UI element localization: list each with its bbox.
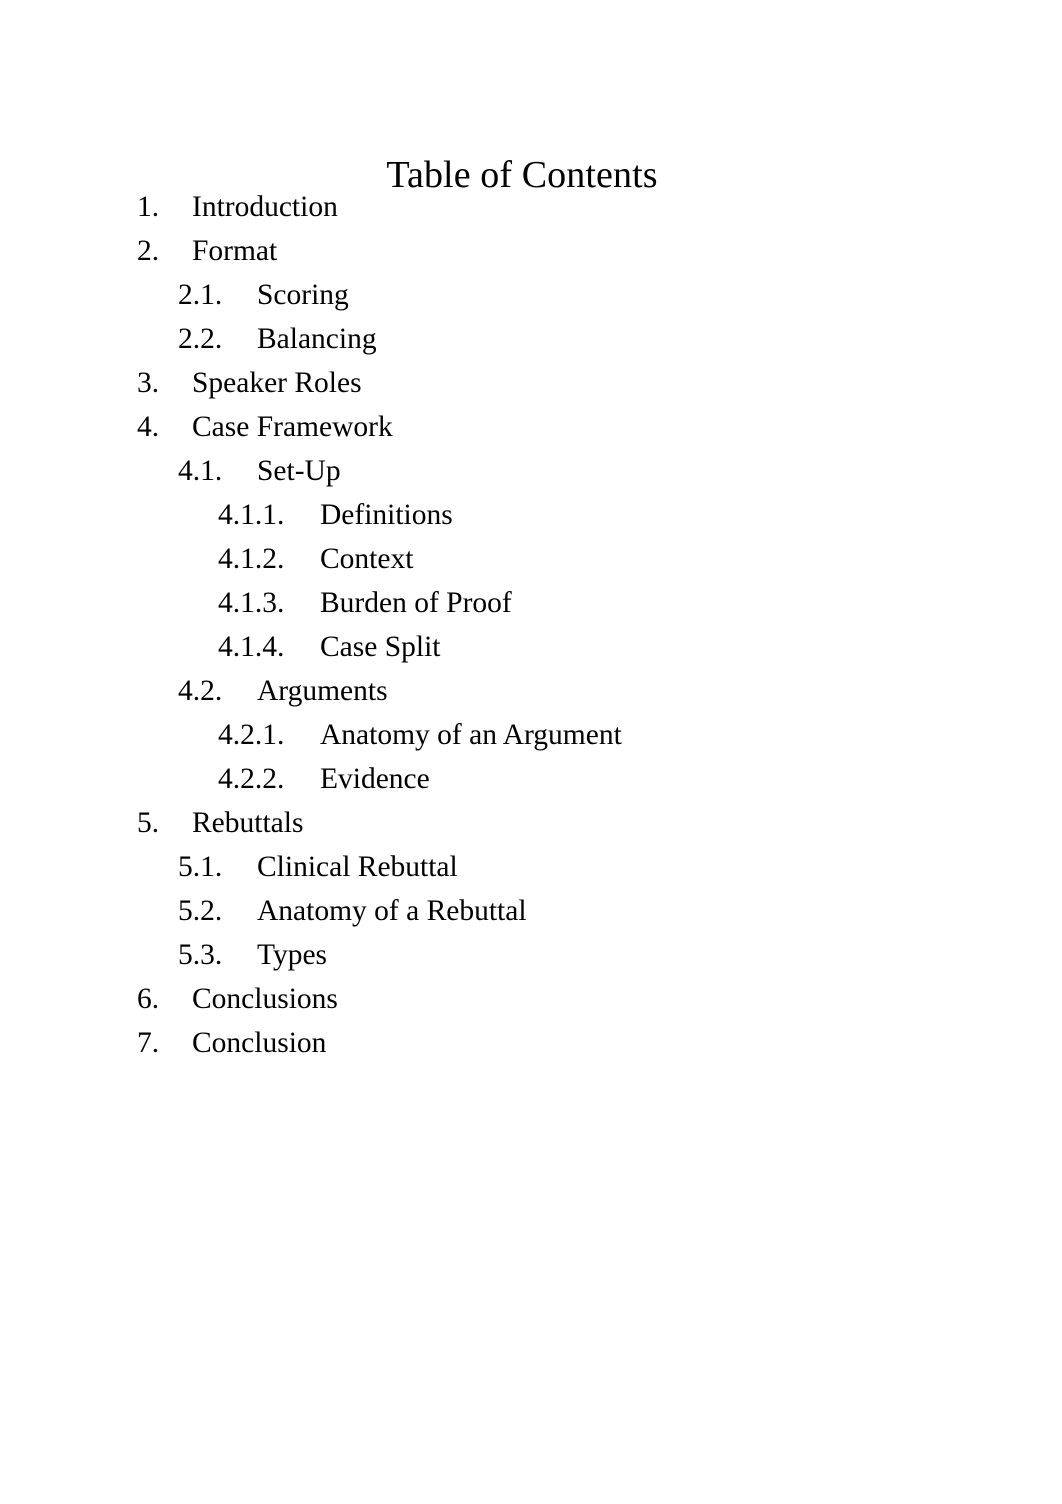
toc-entry-label: Set-Up: [257, 455, 341, 487]
document-page: Table of Contents 1. Introduction 2. Format…: [0, 0, 1062, 1504]
toc-entry-number: 5.1.: [178, 851, 223, 883]
toc-entry[interactable]: 3. Speaker Roles: [0, 361, 1062, 405]
toc-entry-number: 5.2.: [178, 895, 223, 927]
toc-entry-label: Case Framework: [192, 411, 393, 443]
toc-entry-label: Types: [257, 939, 328, 971]
toc-entry-number: 4.2.2.: [218, 763, 285, 795]
toc-entry-number: 5.: [137, 807, 160, 839]
toc-entry[interactable]: 4.1.3. Burden of Proof: [0, 581, 1062, 625]
toc-entry[interactable]: 5.3. Types: [0, 933, 1062, 977]
toc-entry-label: Conclusions: [192, 983, 338, 1015]
toc-entry-number: 5.3.: [178, 939, 223, 971]
toc-entry[interactable]: 1. Introduction: [0, 185, 1062, 229]
toc-entry[interactable]: 4.1.1. Definitions: [0, 493, 1062, 537]
toc-entry-label: Clinical Rebuttal: [257, 851, 458, 883]
toc-entry-label: Speaker Roles: [192, 367, 362, 399]
toc-entry[interactable]: 5. Rebuttals: [0, 801, 1062, 845]
toc-entry[interactable]: 4.1.4. Case Split: [0, 625, 1062, 669]
table-of-contents-list: 1. Introduction 2. Format 2.1. Scoring 2.2. Bal…: [0, 185, 1062, 1065]
toc-entry-label: Anatomy of an Argument: [320, 719, 622, 751]
toc-entry-number: 6.: [137, 983, 160, 1015]
toc-entry-number: 7.: [137, 1027, 160, 1059]
toc-entry[interactable]: 4.2. Arguments: [0, 669, 1062, 713]
toc-entry-label: Case Split: [320, 631, 441, 663]
toc-entry-label: Conclusion: [192, 1027, 327, 1059]
toc-entry-number: 1.: [137, 191, 160, 223]
toc-entry-label: Burden of Proof: [320, 587, 512, 619]
toc-entry-number: 2.2.: [178, 323, 223, 355]
toc-entry[interactable]: 2. Format: [0, 229, 1062, 273]
toc-entry-number: 2.: [137, 235, 160, 267]
toc-entry-label: Definitions: [320, 499, 453, 531]
toc-entry-label: Evidence: [320, 763, 430, 795]
toc-entry[interactable]: 7. Conclusion: [0, 1021, 1062, 1065]
toc-entry[interactable]: 4.2.2. Evidence: [0, 757, 1062, 801]
toc-entry-number: 4.2.1.: [218, 719, 285, 751]
toc-entry[interactable]: 2.2. Balancing: [0, 317, 1062, 361]
toc-entry[interactable]: 4. Case Framework: [0, 405, 1062, 449]
toc-entry[interactable]: 5.2. Anatomy of a Rebuttal: [0, 889, 1062, 933]
toc-entry[interactable]: 4.1.2. Context: [0, 537, 1062, 581]
toc-entry-number: 4.2.: [178, 675, 223, 707]
toc-entry-number: 3.: [137, 367, 160, 399]
toc-entry-number: 4.1.2.: [218, 543, 285, 575]
toc-entry[interactable]: 4.2.1. Anatomy of an Argument: [0, 713, 1062, 757]
toc-entry[interactable]: 2.1. Scoring: [0, 273, 1062, 317]
toc-entry-label: Balancing: [257, 323, 377, 355]
toc-entry-number: 2.1.: [178, 279, 223, 311]
toc-entry[interactable]: 6. Conclusions: [0, 977, 1062, 1021]
toc-entry-label: Format: [192, 235, 278, 267]
toc-entry[interactable]: 5.1. Clinical Rebuttal: [0, 845, 1062, 889]
toc-entry-number: 4.1.1.: [218, 499, 285, 531]
toc-entry-label: Arguments: [257, 675, 388, 707]
toc-entry-number: 4.1.: [178, 455, 223, 487]
toc-entry-number: 4.1.4.: [218, 631, 285, 663]
toc-entry-label: Scoring: [257, 279, 349, 311]
toc-entry[interactable]: 4.1. Set-Up: [0, 449, 1062, 493]
toc-entry-number: 4.1.3.: [218, 587, 285, 619]
toc-entry-label: Introduction: [192, 191, 338, 223]
toc-entry-label: Anatomy of a Rebuttal: [257, 895, 527, 927]
toc-entry-label: Rebuttals: [192, 807, 304, 839]
toc-entry-number: 4.: [137, 411, 160, 443]
toc-entry-label: Context: [320, 543, 414, 575]
